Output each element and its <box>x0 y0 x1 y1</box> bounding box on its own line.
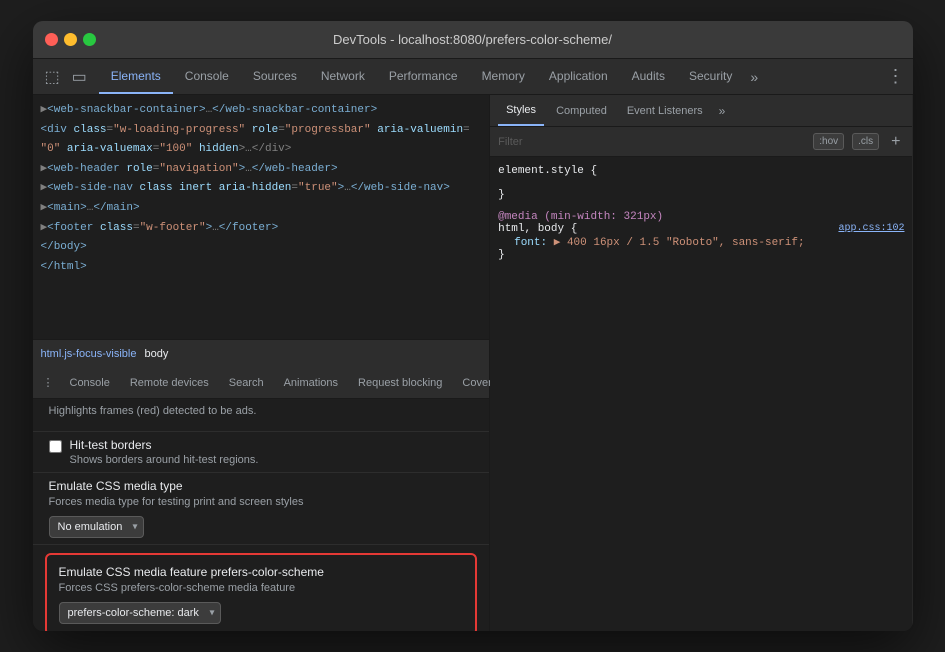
cls-button[interactable]: .cls <box>852 133 879 150</box>
more-options-icon[interactable]: ⋮ <box>887 66 905 87</box>
ad-highlights-section: Highlights frames (red) detected to be a… <box>33 399 490 432</box>
emulate-color-scheme-section: Emulate CSS media feature prefers-color-… <box>45 553 478 631</box>
minimize-button[interactable] <box>64 33 77 46</box>
breadcrumb-item-html[interactable]: html.js-focus-visible <box>41 348 137 360</box>
emulate-color-scheme-desc: Forces CSS prefers-color-scheme media fe… <box>59 582 464 594</box>
drawer-toolbar: ⋮ Console Remote devices Search Animatio… <box>33 367 490 399</box>
styles-filter-input[interactable] <box>498 136 805 148</box>
device-icon[interactable]: ▭ <box>68 65 91 89</box>
toolbar-icons: ⬚ ▭ <box>41 65 91 89</box>
css-empty-placeholder <box>514 177 521 189</box>
emulate-media-type-label: Emulate CSS media type <box>49 479 474 493</box>
tab-audits[interactable]: Audits <box>620 59 677 94</box>
css-media-query: @media (min-width: 321px) <box>498 211 663 223</box>
css-selector-html-body: html, body { <box>498 223 577 235</box>
breadcrumb: html.js-focus-visible body <box>33 339 490 367</box>
html-line: </body> <box>41 238 482 258</box>
emulate-color-scheme-select[interactable]: No emulation prefers-color-scheme: light… <box>59 602 221 624</box>
sub-tab-animations[interactable]: Animations <box>274 367 348 398</box>
styles-tab-event-listeners[interactable]: Event Listeners <box>619 95 711 126</box>
styles-tab-computed[interactable]: Computed <box>548 95 615 126</box>
sub-tab-remote-devices[interactable]: Remote devices <box>120 367 219 398</box>
traffic-lights <box>45 33 96 46</box>
ad-highlights-desc: Highlights frames (red) detected to be a… <box>49 405 474 417</box>
elements-panel: ▶<web-snackbar-container>…</web-snackbar… <box>33 95 491 631</box>
html-line: "0" aria-valuemax="100" hidden>…</div> <box>41 140 482 160</box>
emulate-media-type-section: Emulate CSS media type Forces media type… <box>33 473 490 545</box>
css-selector: element.style { <box>498 165 597 177</box>
emulate-media-type-select-wrapper: No emulation print screen <box>49 516 144 538</box>
tab-application[interactable]: Application <box>537 59 620 94</box>
html-line: ▶<web-snackbar-container>…</web-snackbar… <box>41 101 482 121</box>
css-value-font: ▶ 400 16px / 1.5 "Roboto", sans-serif; <box>554 237 805 249</box>
html-line: ▶<web-side-nav class inert aria-hidden="… <box>41 179 482 199</box>
tab-elements[interactable]: Elements <box>99 59 173 94</box>
css-close-brace-2: } <box>498 249 505 261</box>
css-property-font: font: <box>514 237 547 249</box>
styles-content: element.style { } @media (min-width: 321… <box>490 157 912 631</box>
styles-panel: Styles Computed Event Listeners » :hov .… <box>490 95 912 631</box>
html-line: ▶<main>…</main> <box>41 199 482 219</box>
window-title: DevTools - localhost:8080/prefers-color-… <box>333 32 612 47</box>
html-tree[interactable]: ▶<web-snackbar-container>…</web-snackbar… <box>33 95 490 339</box>
html-line: <div class="w-loading-progress" role="pr… <box>41 121 482 141</box>
main-toolbar: ⬚ ▭ Elements Console Sources Network Per… <box>33 59 913 95</box>
tab-network[interactable]: Network <box>309 59 377 94</box>
css-close-brace: } <box>498 189 505 201</box>
tab-performance[interactable]: Performance <box>377 59 470 94</box>
css-rule-media: @media (min-width: 321px) html, body { a… <box>498 211 904 261</box>
sub-tab-search[interactable]: Search <box>219 367 274 398</box>
breadcrumb-item-body[interactable]: body <box>144 348 168 360</box>
titlebar: DevTools - localhost:8080/prefers-color-… <box>33 21 913 59</box>
html-line: ▶<web-header role="navigation">…</web-he… <box>41 160 482 180</box>
devtools-body: ⬚ ▭ Elements Console Sources Network Per… <box>33 59 913 631</box>
emulate-color-scheme-select-wrapper: No emulation prefers-color-scheme: light… <box>59 602 221 624</box>
tab-overflow-icon[interactable]: » <box>744 69 764 85</box>
styles-toolbar: Styles Computed Event Listeners » <box>490 95 912 127</box>
html-line: </html> <box>41 258 482 278</box>
sub-tab-console[interactable]: Console <box>60 367 120 398</box>
styles-filter-bar: :hov .cls + <box>490 127 912 157</box>
main-tab-list: Elements Console Sources Network Perform… <box>99 59 764 94</box>
close-button[interactable] <box>45 33 58 46</box>
devtools-window: DevTools - localhost:8080/prefers-color-… <box>33 21 913 631</box>
emulate-media-type-desc: Forces media type for testing print and … <box>49 496 474 508</box>
css-rule-element-style: element.style { } <box>498 165 904 201</box>
hit-test-checkbox[interactable] <box>49 440 62 453</box>
cursor-icon[interactable]: ⬚ <box>41 65 64 89</box>
rendering-panel: Highlights frames (red) detected to be a… <box>33 399 490 631</box>
hit-test-section: Hit-test borders Shows borders around hi… <box>33 432 490 473</box>
hit-test-label: Hit-test borders <box>70 438 259 452</box>
styles-tab-overflow-icon[interactable]: » <box>715 104 730 118</box>
main-panels: ▶<web-snackbar-container>…</web-snackbar… <box>33 95 913 631</box>
emulate-media-type-select[interactable]: No emulation print screen <box>49 516 144 538</box>
maximize-button[interactable] <box>83 33 96 46</box>
hov-button[interactable]: :hov <box>813 133 844 150</box>
tab-memory[interactable]: Memory <box>470 59 537 94</box>
hit-test-row: Hit-test borders Shows borders around hi… <box>49 438 474 466</box>
tab-console[interactable]: Console <box>173 59 241 94</box>
html-line: ▶<footer class="w-footer">…</footer> <box>41 219 482 239</box>
tab-security[interactable]: Security <box>677 59 744 94</box>
sub-tab-request-blocking[interactable]: Request blocking <box>348 367 452 398</box>
css-source-link[interactable]: app.css:102 <box>838 223 904 234</box>
hit-test-desc: Shows borders around hit-test regions. <box>70 454 259 466</box>
add-style-rule-icon[interactable]: + <box>887 133 904 151</box>
emulate-color-scheme-label: Emulate CSS media feature prefers-color-… <box>59 565 464 579</box>
tab-sources[interactable]: Sources <box>241 59 309 94</box>
drawer-menu-icon[interactable]: ⋮ <box>37 372 60 393</box>
styles-tab-styles[interactable]: Styles <box>498 95 544 126</box>
